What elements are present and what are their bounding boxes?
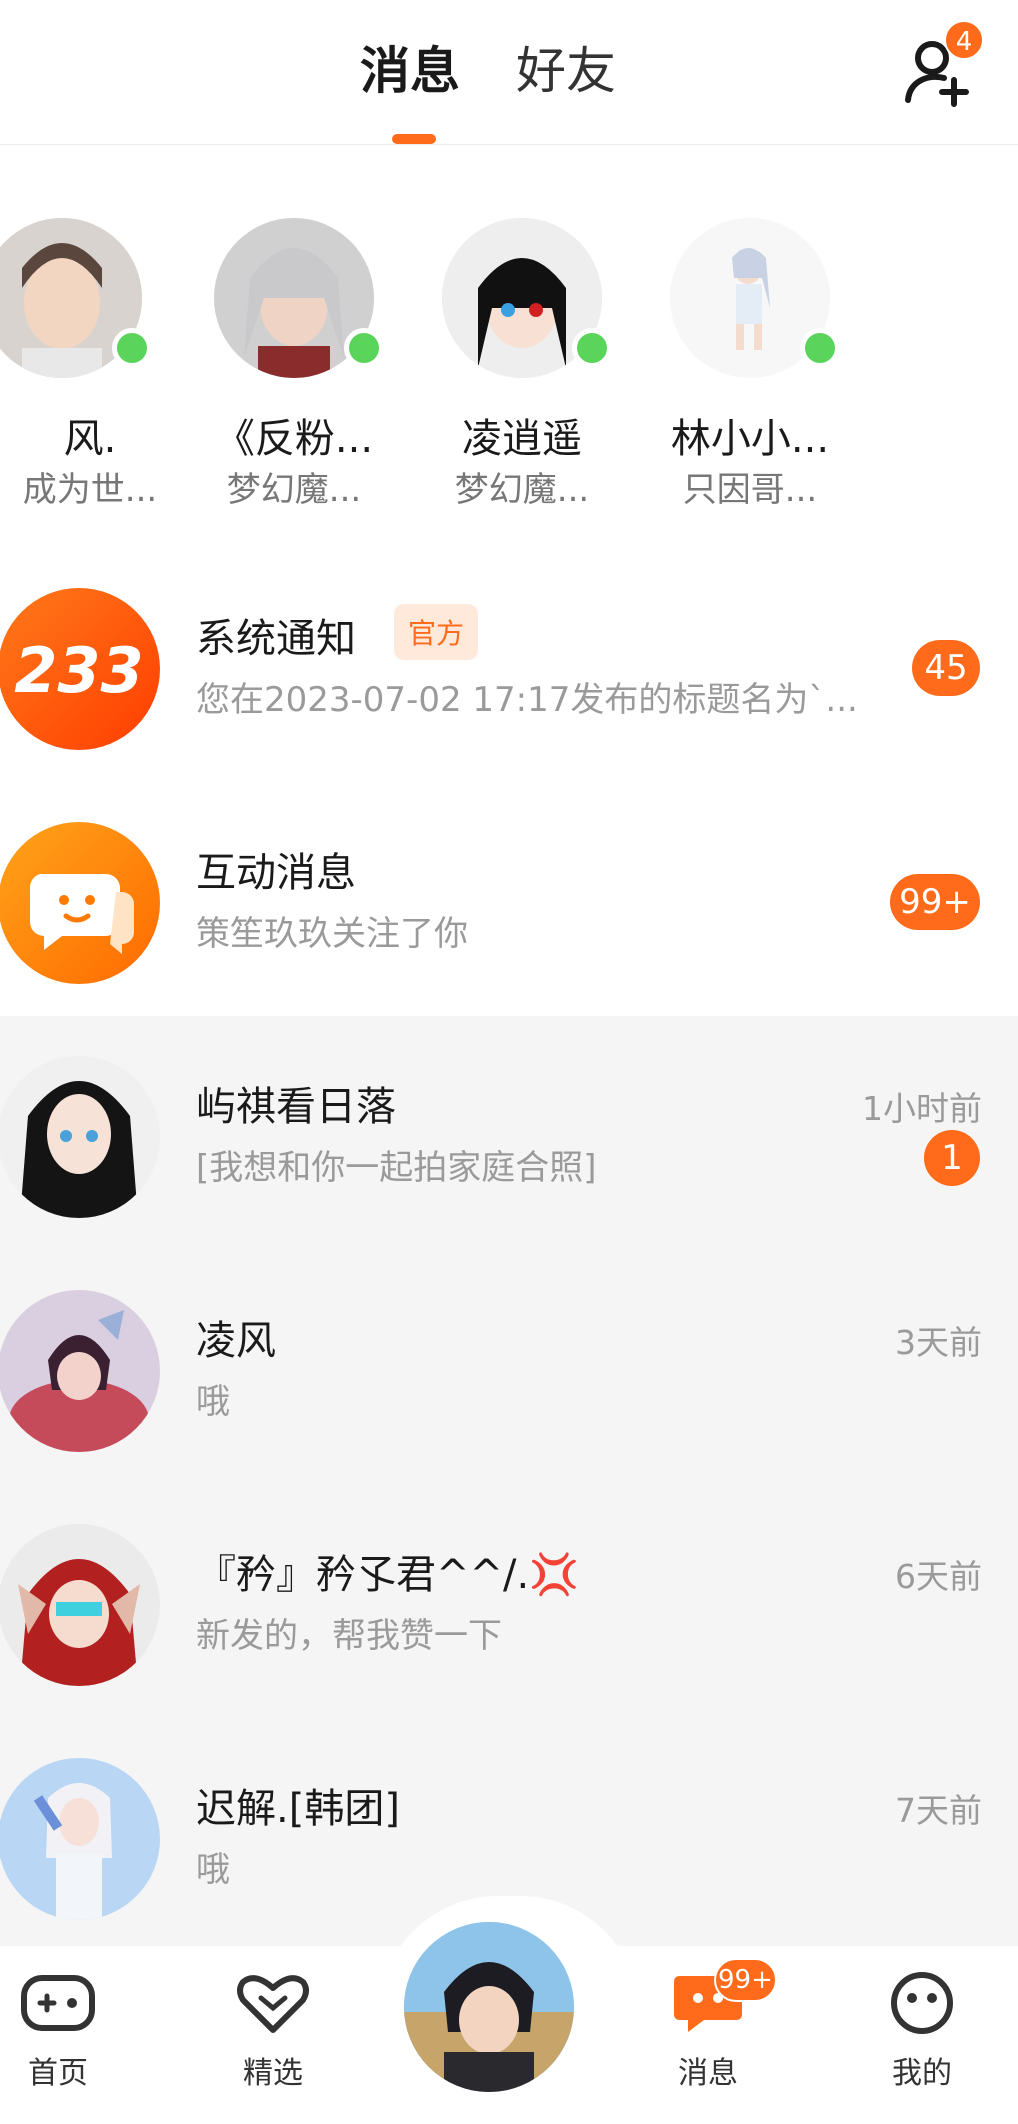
interaction-preview: 策笙玖玖关注了你 — [196, 914, 468, 954]
conversation-row[interactable]: 凌风 哦 3天前 — [0, 1240, 1018, 1474]
message-preview: 哦 — [196, 1382, 230, 1422]
unread-count-badge: 99+ — [890, 874, 980, 930]
contact-name: 迟解.[韩团] — [196, 1786, 400, 1832]
system-logo: 233 — [0, 588, 160, 750]
chat-bubble-icon — [29, 874, 134, 954]
official-tag: 官方 — [394, 604, 479, 660]
nav-home-label: 首页 — [28, 2056, 88, 2091]
online-status-dot — [344, 328, 384, 368]
conversation-row[interactable]: 屿祺看日落 [我想和你一起拍家庭合照] 1小时前 1 — [0, 1006, 1018, 1240]
online-friends-row: 风. 成为世... 《反粉... 梦幻魔... 凌逍遥 梦幻魔... 林小小..… — [0, 200, 1018, 530]
contact-name: 『矜』矜孓君^^/.💢 — [196, 1552, 580, 1598]
interaction-title: 互动消息 — [196, 850, 356, 896]
friend-name: 风. — [63, 416, 117, 462]
interaction-icon — [0, 822, 160, 984]
unread-count-badge: 1 — [924, 1130, 980, 1186]
system-notification-row[interactable]: 233 系统通知 您在2023-07-02 17:17发布的标题名为`... 4… — [0, 538, 1018, 772]
contact-name: 凌风 — [196, 1318, 276, 1364]
contact-avatar — [0, 1758, 160, 1920]
messages-unread-badge: 99+ — [714, 1958, 777, 2002]
friend-request-badge: 4 — [944, 20, 984, 60]
system-preview: 您在2023-07-02 17:17发布的标题名为`... — [196, 680, 858, 720]
center-avatar-button[interactable] — [404, 1922, 574, 2092]
message-time: 7天前 — [895, 1791, 982, 1830]
tab-messages[interactable]: 消息 — [360, 36, 460, 106]
friend-name: 林小小... — [670, 416, 830, 462]
smiley-face-icon — [891, 1972, 953, 2034]
message-preview: [我想和你一起拍家庭合照] — [196, 1148, 597, 1188]
unread-count-badge: 45 — [912, 640, 980, 696]
contact-name: 屿祺看日落 — [196, 1084, 396, 1130]
player-avatar — [404, 1922, 574, 2092]
message-time: 3天前 — [895, 1323, 982, 1362]
friend-name: 《反粉... — [214, 416, 374, 462]
nav-featured-label: 精选 — [243, 2056, 303, 2091]
system-title: 系统通知 — [196, 616, 356, 662]
active-tab-indicator — [392, 134, 436, 144]
add-friend-button[interactable]: 4 — [900, 20, 984, 110]
message-time: 6天前 — [895, 1557, 982, 1596]
interaction-messages-row[interactable]: 互动消息 策笙玖玖关注了你 99+ — [0, 772, 1018, 1006]
tab-friends[interactable]: 好友 — [516, 36, 616, 106]
message-time: 1小时前 — [862, 1089, 982, 1128]
online-status-dot — [572, 328, 612, 368]
heart-icon — [237, 1975, 309, 2033]
gamepad-icon — [21, 1975, 95, 2031]
contact-avatar — [0, 1524, 160, 1686]
conversation-row[interactable]: 『矜』矜孓君^^/.💢 新发的，帮我赞一下 6天前 — [0, 1474, 1018, 1708]
nav-mine-label: 我的 — [892, 2056, 952, 2091]
top-header: 消息 好友 4 — [0, 0, 1018, 145]
contact-avatar — [0, 1056, 160, 1218]
friend-subtitle: 成为世... — [22, 470, 158, 510]
nav-messages[interactable]: 消息 99+ — [638, 1958, 778, 2092]
message-preview: 哦 — [196, 1850, 230, 1890]
friend-subtitle: 梦幻魔... — [226, 470, 362, 510]
message-preview: 新发的，帮我赞一下 — [196, 1616, 502, 1656]
friend-name: 凌逍遥 — [462, 416, 582, 462]
friend-subtitle: 梦幻魔... — [454, 470, 590, 510]
nav-mine[interactable]: 我的 — [852, 1970, 992, 2092]
contact-avatar — [0, 1290, 160, 1452]
friend-subtitle: 只因哥... — [682, 470, 818, 510]
nav-home[interactable]: 首页 — [0, 1970, 128, 2092]
nav-messages-label: 消息 — [678, 2056, 738, 2091]
nav-featured[interactable]: 精选 — [203, 1970, 343, 2092]
online-status-dot — [800, 328, 840, 368]
logo-233-text: 233 — [14, 634, 144, 707]
online-status-dot — [112, 328, 152, 368]
